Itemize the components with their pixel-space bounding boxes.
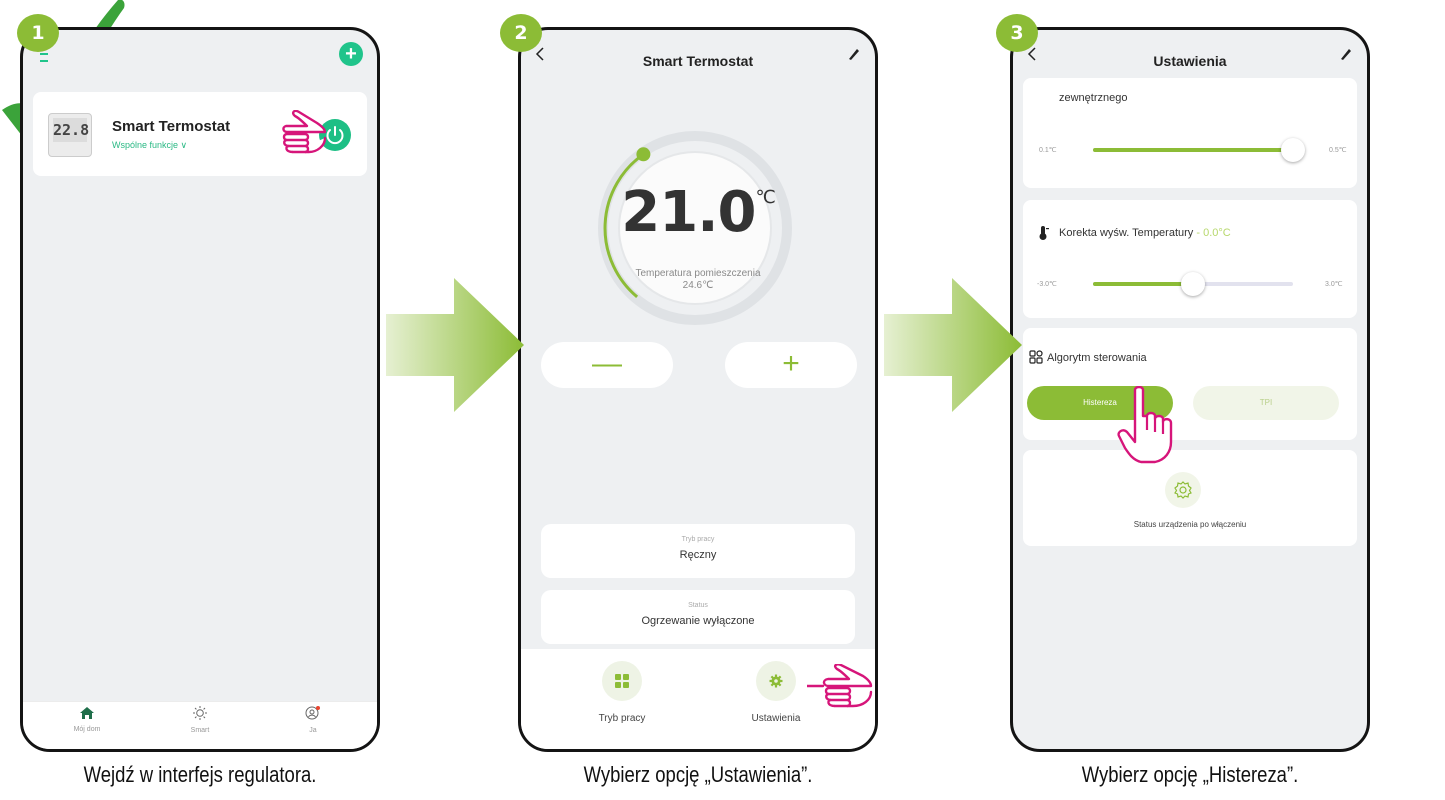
phone-screen-home: + 22.8 Smart Termostat Wspólne funkcje ∨…	[20, 27, 380, 752]
correction-value: - 0.0°C	[1196, 227, 1231, 239]
correction-slider-knob[interactable]	[1181, 272, 1205, 296]
correction-slider-fill	[1093, 282, 1193, 286]
apps-icon	[1029, 350, 1043, 364]
nav-label-smart: Smart	[190, 727, 210, 734]
pointing-hand-icon	[1117, 386, 1173, 464]
sun-icon	[193, 706, 207, 720]
device-card[interactable]: 22.8 Smart Termostat Wspólne funkcje ∨	[33, 92, 367, 176]
setpoint-unit: ℃	[755, 187, 775, 208]
edit-icon[interactable]	[1339, 47, 1353, 61]
step-caption-2: Wybierz opcję „Ustawienia”.	[583, 762, 813, 787]
gear-icon	[769, 674, 783, 688]
page-title: Ustawienia	[1153, 53, 1227, 69]
profile-icon	[305, 706, 320, 720]
step-caption-1: Wejdź w interfejs regulatora.	[83, 762, 317, 787]
arrow-right-icon	[884, 278, 1022, 412]
nav-item-home[interactable]: Mój dom	[47, 706, 127, 733]
correction-min: -3.0℃	[1037, 281, 1057, 288]
phone-screen-settings: Ustawienia zewnętrznego 0.1℃ 0.5℃ Korekt…	[1010, 27, 1370, 752]
thermometer-icon	[1039, 226, 1049, 240]
edit-icon[interactable]	[847, 47, 861, 61]
pointing-hand-icon	[282, 110, 327, 154]
power-on-status-card[interactable]: Status urządzenia po włączeniu	[1023, 450, 1357, 546]
tpi-option-button[interactable]: TPI	[1193, 386, 1339, 420]
external-sensor-card: zewnętrznego 0.1℃ 0.5℃	[1023, 78, 1357, 188]
phone-screen-thermostat: Smart Termostat 21.0℃ Temperatura pomies…	[518, 27, 878, 752]
thumbnail-display: 22.8	[53, 118, 89, 142]
mode-value: Ręczny	[679, 549, 717, 561]
top-bar: +	[23, 30, 377, 85]
setpoint-value: 21.0	[621, 180, 756, 245]
bottom-navigation: Mój dom Smart Ja	[23, 701, 377, 749]
nav-label-profile: Ja	[309, 727, 317, 734]
arrow-right-icon	[386, 278, 524, 412]
room-temperature-label: Temperatura pomieszczenia	[635, 268, 761, 279]
hysteresis-slider-knob[interactable]	[1281, 138, 1305, 162]
nav-item-profile[interactable]: Ja	[273, 706, 353, 734]
hysteresis-max: 0.5℃	[1329, 147, 1347, 154]
work-mode-circle	[602, 661, 642, 701]
settings-circle	[1165, 472, 1201, 508]
correction-slider[interactable]	[1093, 272, 1293, 296]
setpoint-temperature: 21.0℃	[521, 180, 875, 245]
temperature-correction-card: Korekta wyśw. Temperatury - 0.0°C -3.0℃ …	[1023, 200, 1357, 318]
thermostat-thumbnail: 22.8	[48, 113, 92, 157]
grid-icon	[615, 674, 629, 688]
correction-max: 3.0℃	[1325, 281, 1343, 288]
hysteresis-slider[interactable]	[1093, 138, 1305, 162]
gear-icon	[1174, 481, 1192, 499]
step-badge-1: 1	[17, 14, 59, 52]
mode-label: Tryb pracy	[681, 536, 715, 543]
correction-label: Korekta wyśw. Temperatury	[1059, 227, 1194, 239]
add-device-icon[interactable]: +	[339, 42, 363, 66]
status-label: Status	[688, 602, 708, 609]
step-badge-2: 2	[500, 14, 542, 52]
page-title: Smart Termostat	[642, 53, 754, 69]
home-icon	[80, 707, 94, 719]
nav-item-smart[interactable]: Smart	[160, 706, 240, 734]
status-card: Status Ogrzewanie wyłączone	[541, 590, 855, 644]
nav-label-home: Mój dom	[73, 726, 101, 733]
external-sensor-label: zewnętrznego	[1059, 92, 1128, 104]
pointing-hand-icon	[807, 664, 873, 708]
settings-circle	[756, 661, 796, 701]
correction-title: Korekta wyśw. Temperatury - 0.0°C	[1059, 227, 1231, 239]
device-name: Smart Termostat	[112, 118, 231, 135]
work-mode-button[interactable]: Tryb pracy	[567, 661, 677, 724]
room-temperature-value: 24.6℃	[682, 280, 714, 291]
common-functions-link[interactable]: Wspólne funkcje ∨	[112, 140, 187, 151]
hysteresis-slider-fill	[1093, 148, 1293, 152]
control-algorithm-card: Algorytm sterowania Histereza TPI	[1023, 328, 1357, 440]
settings-label: Ustawienia	[751, 713, 801, 724]
work-mode-label: Tryb pracy	[598, 713, 646, 724]
algorithm-label: Algorytm sterowania	[1047, 352, 1147, 364]
increase-button[interactable]: +	[725, 342, 857, 388]
step-badge-3: 3	[996, 14, 1038, 52]
step-caption-3: Wybierz opcję „Histereza”.	[1081, 762, 1299, 787]
decrease-button[interactable]: —	[541, 342, 673, 388]
power-on-status-label: Status urządzenia po włączeniu	[1133, 520, 1247, 529]
setpoint-knob	[636, 147, 651, 162]
mode-card[interactable]: Tryb pracy Ręczny	[541, 524, 855, 578]
status-value: Ogrzewanie wyłączone	[641, 615, 755, 627]
hysteresis-min: 0.1℃	[1039, 147, 1057, 154]
